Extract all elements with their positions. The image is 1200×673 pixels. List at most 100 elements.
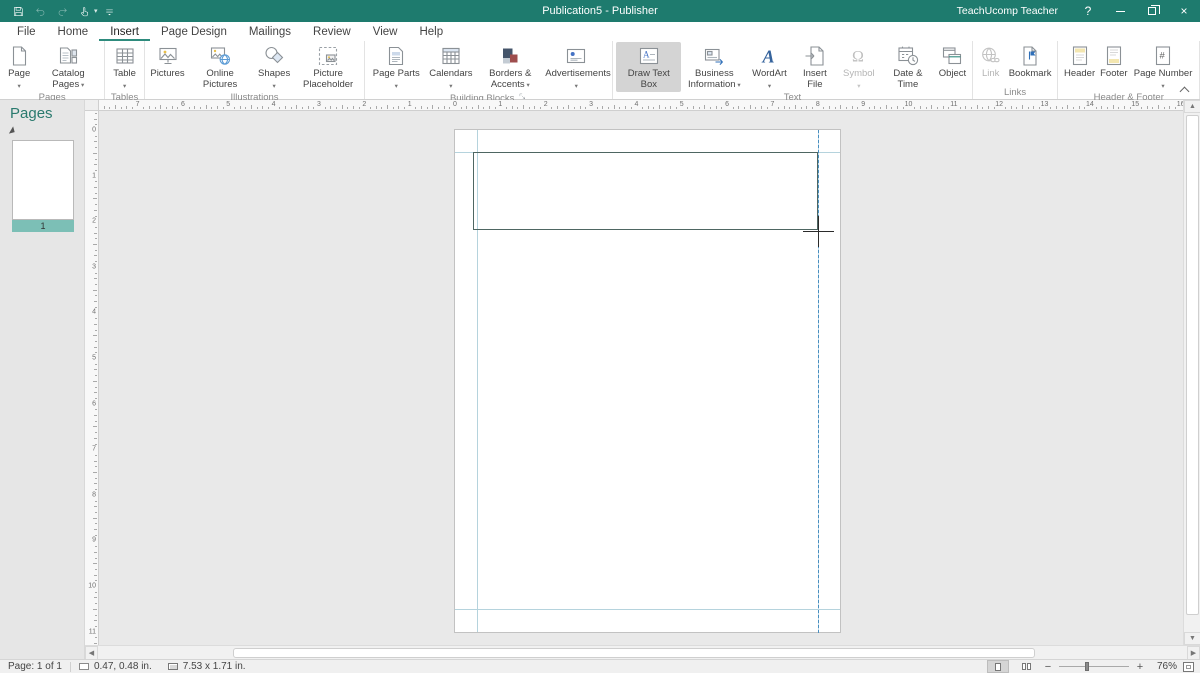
ruler-number: 2 bbox=[92, 218, 96, 225]
touch-mode-icon[interactable] bbox=[74, 1, 94, 21]
ruler-number: 0 bbox=[453, 100, 457, 110]
calendars-icon bbox=[439, 44, 463, 68]
ribbon-group-label: Links bbox=[1004, 87, 1026, 98]
zoom-in-button[interactable]: + bbox=[1135, 661, 1145, 673]
page-indicator[interactable]: Page: 1 of 1 bbox=[0, 660, 70, 673]
ribbon: Page ▾Catalog Pages ▾PagesTable ▾TablesP… bbox=[0, 41, 1200, 100]
ribbon-button-label: Online Pictures bbox=[190, 69, 250, 90]
ribbon-button-insert-file[interactable]: Insert File bbox=[792, 42, 838, 92]
tab-mailings[interactable]: Mailings bbox=[238, 24, 302, 41]
collapse-ribbon-button[interactable] bbox=[1180, 86, 1190, 94]
borders-accents-icon bbox=[498, 44, 522, 68]
tab-home[interactable]: Home bbox=[47, 24, 100, 41]
tab-insert[interactable]: Insert bbox=[99, 24, 150, 41]
vertical-ruler[interactable]: 01234567891011 bbox=[85, 111, 99, 645]
scroll-left-arrow[interactable]: ◀ bbox=[85, 646, 98, 660]
ribbon-group-building-blocks: Page Parts ▾ Calendars ▾Borders & Accents… bbox=[365, 41, 613, 99]
ribbon-button-bookmark[interactable]: Bookmark bbox=[1006, 42, 1055, 86]
svg-text:#: # bbox=[1160, 51, 1166, 62]
vertical-scrollbar[interactable]: ▲ ▼ bbox=[1183, 100, 1200, 645]
ribbon-button-table[interactable]: Table ▾ bbox=[108, 42, 141, 92]
save-icon[interactable] bbox=[8, 1, 28, 21]
ribbon-button-page-parts[interactable]: Page Parts ▾ bbox=[368, 42, 424, 92]
insert-file-icon bbox=[803, 44, 827, 68]
single-page-view-button[interactable] bbox=[987, 660, 1009, 673]
ribbon-button-header[interactable]: Header bbox=[1061, 42, 1097, 92]
advertisements-icon bbox=[564, 44, 588, 68]
symbol-icon: Ω bbox=[847, 44, 871, 68]
pages-panel-collapse-icon[interactable] bbox=[7, 126, 14, 133]
text-box-outline[interactable] bbox=[473, 152, 818, 230]
svg-text:Ω: Ω bbox=[852, 49, 864, 66]
ribbon-button-label: Calendars ▾ bbox=[427, 69, 474, 92]
ribbon-button-wordart[interactable]: AWordArt ▾ bbox=[747, 42, 791, 92]
dropdown-arrow-icon[interactable]: ▾ bbox=[94, 7, 98, 15]
ribbon-button-draw-text-box[interactable]: ADraw Text Box bbox=[616, 42, 681, 92]
page-number-icon: # bbox=[1151, 44, 1175, 68]
restore-button[interactable] bbox=[1136, 0, 1168, 22]
ribbon-button-page-number[interactable]: #Page Number ▾ bbox=[1130, 42, 1196, 92]
ribbon-button-borders-accents[interactable]: Borders & Accents ▾ bbox=[477, 42, 543, 92]
restore-icon bbox=[1148, 7, 1156, 15]
zoom-level[interactable]: 76% bbox=[1151, 661, 1177, 672]
ruler-number: 13 bbox=[1041, 100, 1049, 110]
tab-help[interactable]: Help bbox=[408, 24, 454, 41]
ruler-number: 10 bbox=[88, 583, 96, 590]
account-name[interactable]: TeachUcomp Teacher bbox=[943, 5, 1072, 17]
zoom-slider[interactable] bbox=[1059, 666, 1129, 667]
picture-placeholder-icon bbox=[316, 44, 340, 68]
ruler-number: 7 bbox=[770, 100, 774, 110]
ruler-number: 9 bbox=[861, 100, 865, 110]
ribbon-group-illustrations: PicturesOnline PicturesShapes ▾Picture P… bbox=[145, 41, 365, 99]
horizontal-scrollbar[interactable]: ◀ ▶ bbox=[85, 645, 1200, 659]
page-thumbnail-preview[interactable] bbox=[12, 140, 74, 220]
ribbon-button-object[interactable]: Object bbox=[936, 42, 969, 92]
vertical-scrollbar-thumb[interactable] bbox=[1186, 115, 1199, 615]
tab-view[interactable]: View bbox=[362, 24, 409, 41]
tab-file[interactable]: File bbox=[6, 24, 47, 41]
ribbon-button-catalog-pages[interactable]: Catalog Pages ▾ bbox=[35, 42, 101, 92]
two-page-spread-button[interactable] bbox=[1015, 660, 1037, 673]
ribbon-button-calendars[interactable]: Calendars ▾ bbox=[424, 42, 477, 92]
ribbon-button-footer[interactable]: Footer bbox=[1098, 42, 1131, 92]
ruler-corner bbox=[85, 100, 99, 111]
ribbon-button-label: Page Parts ▾ bbox=[371, 69, 421, 92]
horizontal-ruler[interactable]: 7654321012345678910111213141516 bbox=[99, 100, 1183, 111]
ruler-number: 4 bbox=[272, 100, 276, 110]
ruler-number: 5 bbox=[680, 100, 684, 110]
ribbon-button-label: Catalog Pages ▾ bbox=[38, 69, 98, 91]
tab-page-design[interactable]: Page Design bbox=[150, 24, 238, 41]
close-button[interactable]: × bbox=[1168, 0, 1200, 22]
dropdown-arrow-icon: ▾ bbox=[79, 82, 84, 89]
status-bar: Page: 1 of 1 0.47, 0.48 in. 7.53 x 1.71 … bbox=[0, 659, 1200, 673]
object-size[interactable]: 7.53 x 1.71 in. bbox=[160, 660, 254, 673]
ruler-number: 11 bbox=[950, 100, 957, 110]
publication-canvas[interactable] bbox=[99, 111, 1183, 645]
page-thumbnail[interactable]: 1 bbox=[12, 140, 74, 232]
ribbon-button-online-pictures[interactable]: Online Pictures bbox=[187, 42, 253, 92]
ribbon-button-pictures[interactable]: Pictures bbox=[148, 42, 187, 92]
ruler-number: 2 bbox=[544, 100, 548, 110]
scroll-down-arrow[interactable]: ▼ bbox=[1184, 632, 1200, 645]
minimize-button[interactable] bbox=[1104, 0, 1136, 22]
ribbon-button-page[interactable]: Page ▾ bbox=[3, 42, 35, 92]
ribbon-button-business-information[interactable]: Business Information ▾ bbox=[681, 42, 747, 92]
page-thumbnail-number: 1 bbox=[12, 220, 74, 232]
tab-review[interactable]: Review bbox=[302, 24, 362, 41]
ribbon-button-label: Symbol ▾ bbox=[841, 69, 877, 92]
zoom-out-button[interactable]: − bbox=[1043, 661, 1053, 673]
help-button[interactable]: ? bbox=[1072, 0, 1104, 22]
horizontal-scrollbar-thumb[interactable] bbox=[233, 648, 1035, 658]
ribbon-button-shapes[interactable]: Shapes ▾ bbox=[253, 42, 295, 92]
ribbon-button-advertisements[interactable]: Advertisements ▾ bbox=[543, 42, 609, 92]
scroll-right-arrow[interactable]: ▶ bbox=[1187, 646, 1200, 660]
single-page-icon bbox=[995, 663, 1001, 671]
fit-page-button[interactable] bbox=[1183, 662, 1194, 672]
ribbon-button-picture-placeholder[interactable]: Picture Placeholder bbox=[295, 42, 361, 92]
customize-qat-icon[interactable] bbox=[100, 1, 120, 21]
object-position[interactable]: 0.47, 0.48 in. bbox=[71, 660, 160, 673]
ribbon-button-label: Footer bbox=[1100, 69, 1127, 80]
ribbon-button-date-time[interactable]: Date & Time bbox=[880, 42, 937, 92]
zoom-slider-thumb[interactable] bbox=[1085, 662, 1089, 671]
scroll-up-arrow[interactable]: ▲ bbox=[1184, 100, 1200, 113]
